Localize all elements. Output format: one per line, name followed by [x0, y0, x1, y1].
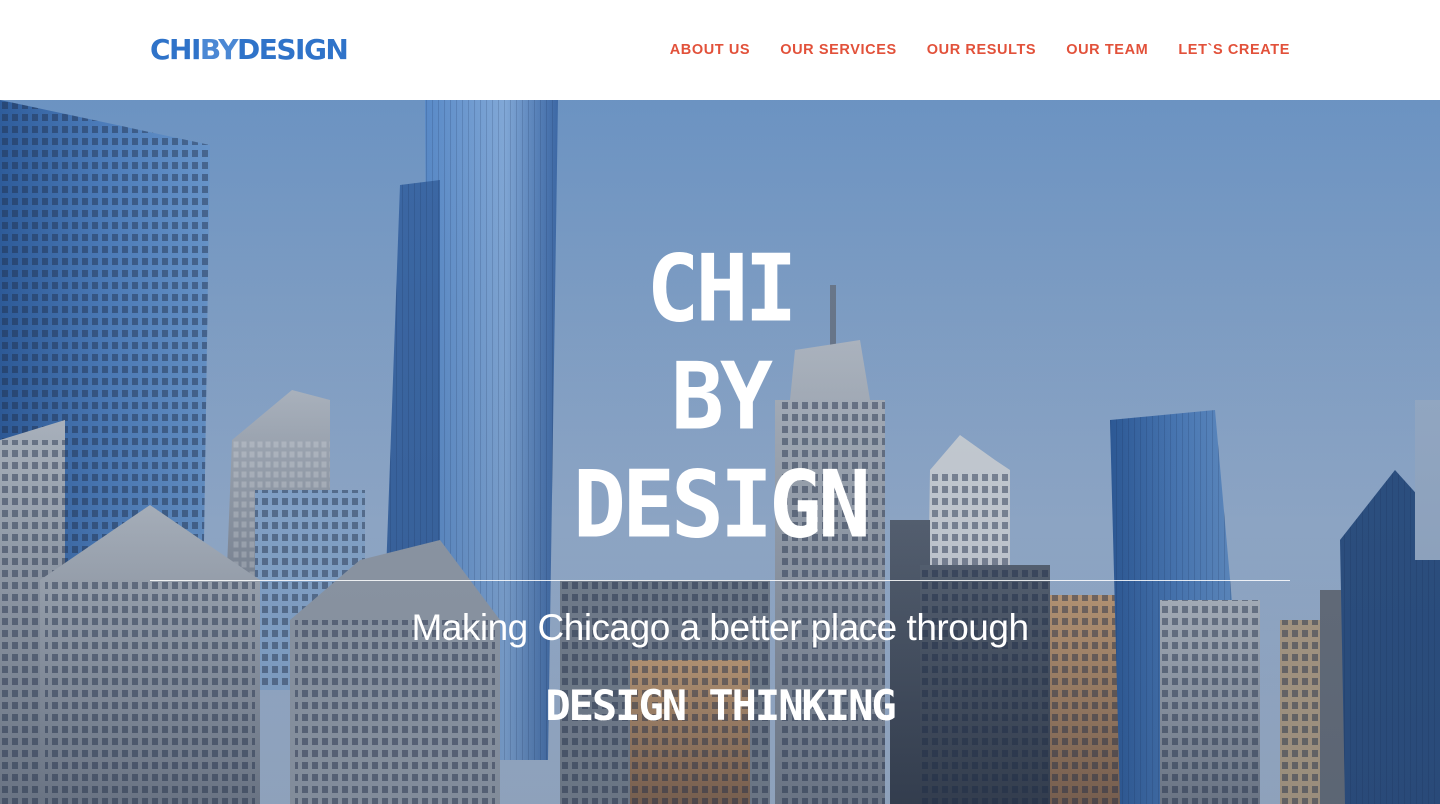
nav-about-us[interactable]: ABOUT US — [670, 40, 751, 60]
site-logo[interactable]: CHIBYDESIGN — [150, 33, 349, 67]
hero-divider — [150, 580, 1290, 581]
hero-title-line-1: CHI — [646, 234, 798, 343]
site-header: CHIBYDESIGN ABOUT US OUR SERVICES OUR RE… — [0, 0, 1440, 100]
hero-title-line-2: BY — [671, 342, 773, 451]
main-nav: ABOUT US OUR SERVICES OUR RESULTS OUR TE… — [670, 40, 1290, 60]
nav-our-results[interactable]: OUR RESULTS — [927, 40, 1036, 60]
hero-title-line-3: DESIGN — [573, 450, 871, 559]
nav-our-team[interactable]: OUR TEAM — [1066, 40, 1148, 60]
logo-part-design: DESIGN — [237, 33, 349, 66]
hero-tagline: Making Chicago a better place through — [411, 607, 1029, 648]
nav-our-services[interactable]: OUR SERVICES — [780, 40, 897, 60]
logo-part-chi: CHI — [150, 33, 201, 66]
nav-lets-create[interactable]: LET`S CREATE — [1178, 40, 1290, 60]
logo-part-by: BY — [199, 33, 239, 66]
hero-section: CHI BY DESIGN Making Chicago a better pl… — [0, 100, 1440, 804]
hero-tagline-emphasis: DESIGN THINKING — [545, 681, 896, 730]
